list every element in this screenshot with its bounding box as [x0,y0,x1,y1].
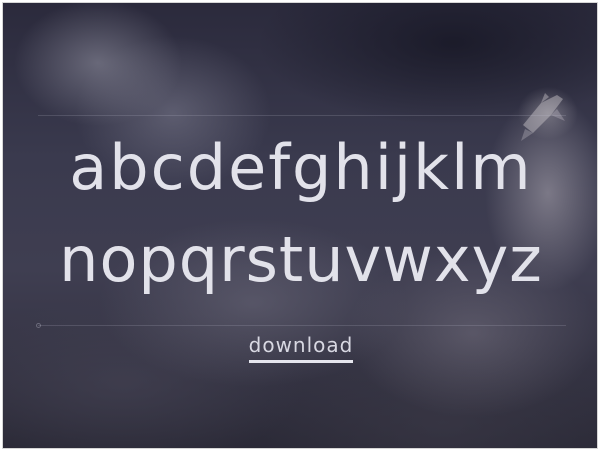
alphabet-line-n-z: nopqrstuvwxyz [59,223,543,296]
alphabet-line-a-m: abcdefghijklm [69,131,533,204]
top-divider [38,115,566,116]
bottom-divider [38,325,566,326]
download-link[interactable]: download [248,333,354,363]
divider-dot [36,323,41,328]
download-area: download [3,333,597,363]
font-preview-banner: abcdefghijklm nopqrstuvwxyz download [2,2,598,449]
